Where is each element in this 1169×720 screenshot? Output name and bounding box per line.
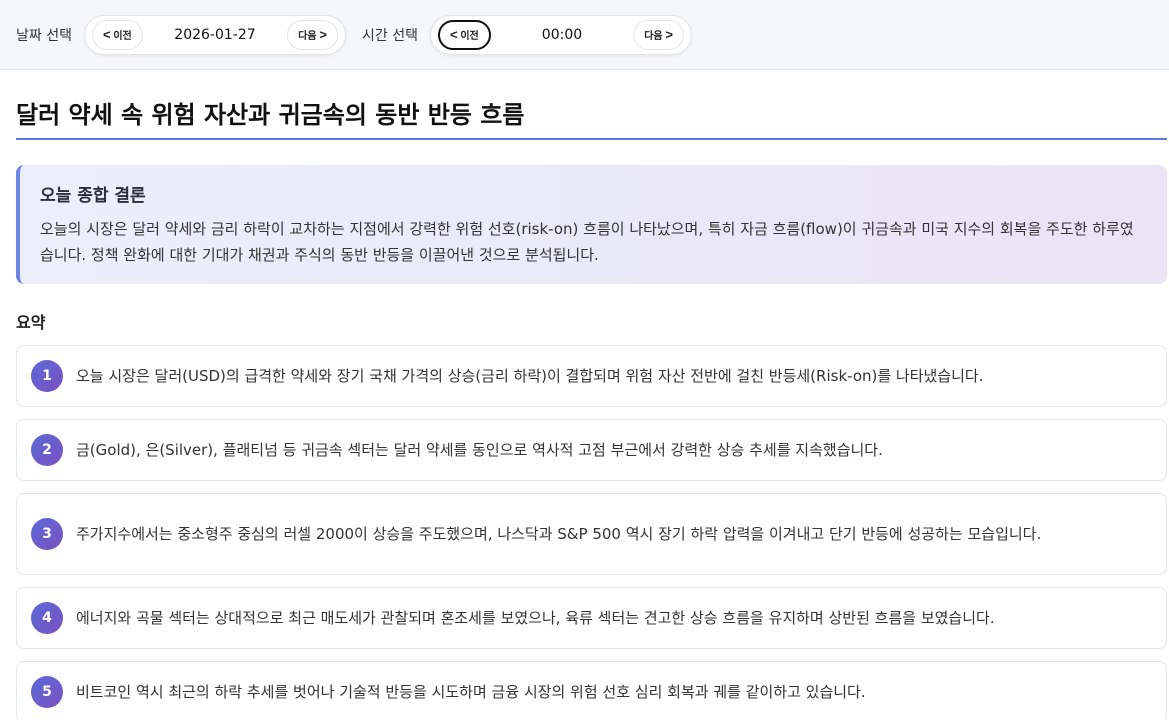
date-prev-button[interactable]: < 이전 (91, 19, 143, 50)
item-number-badge: 3 (31, 518, 63, 550)
summary-item: 2 금(Gold), 은(Silver), 플래티넘 등 귀금속 섹터는 달러 … (16, 419, 1167, 481)
summary-list: 1 오늘 시장은 달러(USD)의 급격한 약세와 장기 국채 가격의 상승(금… (16, 345, 1167, 720)
item-text: 오늘 시장은 달러(USD)의 급격한 약세와 장기 국채 가격의 상승(금리 … (76, 366, 984, 385)
summary-item: 1 오늘 시장은 달러(USD)의 급격한 약세와 장기 국채 가격의 상승(금… (16, 345, 1167, 407)
chevron-left-icon: < (102, 27, 111, 42)
time-next-button[interactable]: 다음 > (633, 19, 684, 50)
item-text: 비트코인 역시 최근의 하락 추세를 벗어나 기술적 반등을 시도하며 금융 시… (76, 682, 866, 701)
conclusion-body: 오늘의 시장은 달러 약세와 금리 하락이 교차하는 지점에서 강력한 위험 선… (40, 220, 1134, 264)
date-next-button[interactable]: 다음 > (287, 19, 338, 50)
item-number-badge: 4 (31, 602, 63, 634)
item-number-badge: 1 (31, 360, 63, 392)
item-number-badge: 5 (31, 676, 63, 708)
summary-item: 5 비트코인 역시 최근의 하락 추세를 벗어나 기술적 반등을 시도하며 금융… (16, 661, 1167, 720)
summary-title: 요약 (16, 313, 46, 332)
date-next-label: 다음 (298, 31, 317, 42)
time-prev-button[interactable]: < 이전 (437, 19, 491, 50)
conclusion-heading: 오늘 종합 결론 (40, 186, 146, 206)
chevron-right-icon: > (319, 27, 327, 42)
page-title: 달러 약세 속 위험 자산과 귀금속의 동반 반등 흐름 (16, 95, 1167, 140)
toolbar: 날짜 선택 < 이전 2026-01-27 다음 > 시간 선택 < 이전 00… (0, 0, 1169, 70)
date-value: 2026-01-27 (174, 26, 256, 43)
conclusion-card: 오늘 종합 결론 오늘의 시장은 달러 약세와 금리 하락이 교차하는 지점에서… (16, 165, 1167, 284)
time-prev-label: 이전 (460, 31, 479, 42)
date-select-label: 날짜 선택 (16, 27, 72, 44)
main-content: 달러 약세 속 위험 자산과 귀금속의 동반 반등 흐름 오늘 종합 결론 오늘… (0, 95, 1167, 720)
item-text: 금(Gold), 은(Silver), 플래티넘 등 귀금속 섹터는 달러 약세… (76, 440, 883, 459)
summary-item: 3 주가지수에서는 중소형주 중심의 러셀 2000이 상승을 주도했으며, 나… (16, 493, 1167, 575)
date-prev-label: 이전 (113, 31, 132, 42)
chevron-right-icon: > (665, 27, 673, 42)
item-number-badge: 2 (31, 434, 63, 466)
time-next-label: 다음 (644, 31, 663, 42)
chevron-left-icon: < (449, 27, 458, 42)
time-value: 00:00 (541, 26, 583, 43)
item-text: 주가지수에서는 중소형주 중심의 러셀 2000이 상승을 주도했으며, 나스닥… (76, 524, 1042, 543)
item-text: 에너지와 곡물 섹터는 상대적으로 최근 매도세가 관찰되며 혼조세를 보였으나… (76, 608, 995, 627)
time-selector: < 이전 00:00 다음 > (429, 14, 692, 55)
date-selector: < 이전 2026-01-27 다음 > (83, 14, 346, 55)
time-select-label: 시간 선택 (361, 27, 418, 44)
summary-item: 4 에너지와 곡물 섹터는 상대적으로 최근 매도세가 관찰되며 혼조세를 보였… (16, 587, 1167, 649)
